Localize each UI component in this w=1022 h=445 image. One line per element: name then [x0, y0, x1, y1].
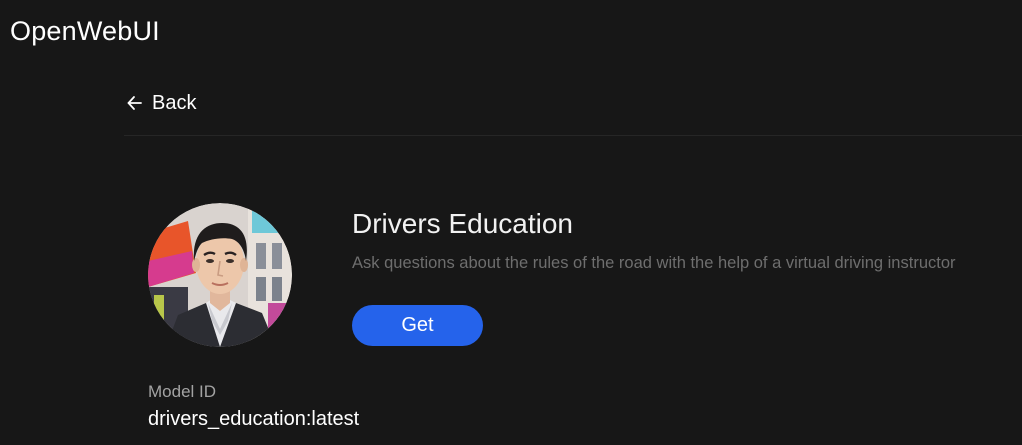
back-label: Back: [152, 91, 197, 114]
get-button[interactable]: Get: [352, 305, 483, 346]
model-id-value: drivers_education:latest: [148, 408, 360, 430]
model-description: Ask questions about the rules of the roa…: [352, 254, 956, 272]
arrow-left-icon: [125, 93, 145, 113]
back-button[interactable]: Back: [125, 89, 196, 117]
page-root: OpenWebUI Back Drivers Education Ask que…: [0, 0, 1022, 445]
header-divider: [124, 135, 1022, 136]
model-name: Drivers Education: [352, 208, 573, 239]
app-title: OpenWebUI: [10, 16, 160, 46]
model-id-label: Model ID: [148, 382, 217, 401]
model-avatar: [148, 203, 292, 347]
